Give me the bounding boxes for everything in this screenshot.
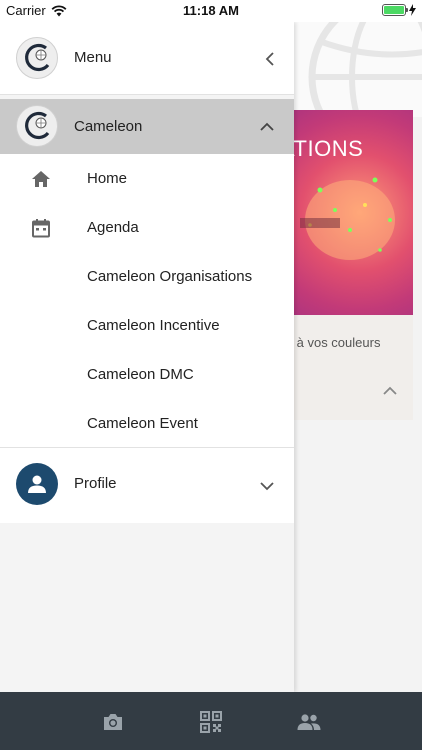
globe-logo-watermark [282, 22, 422, 117]
battery-status [382, 4, 416, 16]
menu-item-cameleon-event[interactable]: Cameleon Event [0, 399, 294, 448]
cameleon-logo [16, 105, 58, 147]
navigation-drawer: Menu Cameleon Home Agenda Cameleon Organ… [0, 22, 294, 692]
chevron-left-icon[interactable] [265, 52, 274, 71]
menu-item-label: Cameleon DMC [87, 366, 194, 383]
event-card[interactable]: ATIONS iel à vos couleurs [280, 110, 413, 420]
calendar-icon [32, 219, 50, 238]
avatar [16, 463, 58, 505]
menu-item-cameleon-incentive[interactable]: Cameleon Incentive [0, 301, 294, 350]
battery-icon [382, 4, 408, 16]
qr-code-icon[interactable] [200, 711, 222, 733]
menu-item-cameleon-dmc[interactable]: Cameleon DMC [0, 350, 294, 399]
chevron-up-icon[interactable] [383, 382, 397, 398]
home-icon [32, 171, 50, 187]
event-card-photo: ATIONS [280, 110, 413, 315]
chevron-down-icon[interactable] [260, 478, 274, 496]
drawer-header: Menu [0, 22, 294, 95]
menu-item-label: Cameleon Organisations [87, 268, 253, 285]
cameleon-group-title: Cameleon [74, 118, 143, 135]
profile-label: Profile [74, 475, 117, 492]
status-bar: Carrier 11:18 AM [0, 0, 422, 22]
menu-item-label: Cameleon Event [87, 415, 198, 432]
profile-row[interactable]: Profile [0, 447, 294, 523]
person-icon [28, 475, 46, 493]
event-card-text: iel à vos couleurs [280, 335, 381, 350]
chevron-up-icon[interactable] [260, 118, 274, 136]
charging-bolt-icon [409, 4, 416, 16]
clock: 11:18 AM [183, 3, 239, 18]
menu-item-label: Cameleon Incentive [87, 317, 220, 334]
menu-item-agenda[interactable]: Agenda [0, 203, 294, 252]
cameleon-submenu: Home Agenda Cameleon Organisations Camel… [0, 154, 294, 448]
cameleon-logo [16, 37, 58, 79]
menu-item-label: Home [87, 170, 128, 187]
menu-item-cameleon-organisations[interactable]: Cameleon Organisations [0, 252, 294, 301]
cameleon-group-header[interactable]: Cameleon [0, 99, 294, 154]
people-icon[interactable] [297, 711, 321, 733]
bottom-tab-bar [0, 692, 422, 750]
menu-item-home[interactable]: Home [0, 154, 294, 203]
camera-icon[interactable] [102, 711, 124, 733]
menu-item-label: Agenda [87, 219, 139, 236]
menu-title: Menu [74, 49, 112, 66]
